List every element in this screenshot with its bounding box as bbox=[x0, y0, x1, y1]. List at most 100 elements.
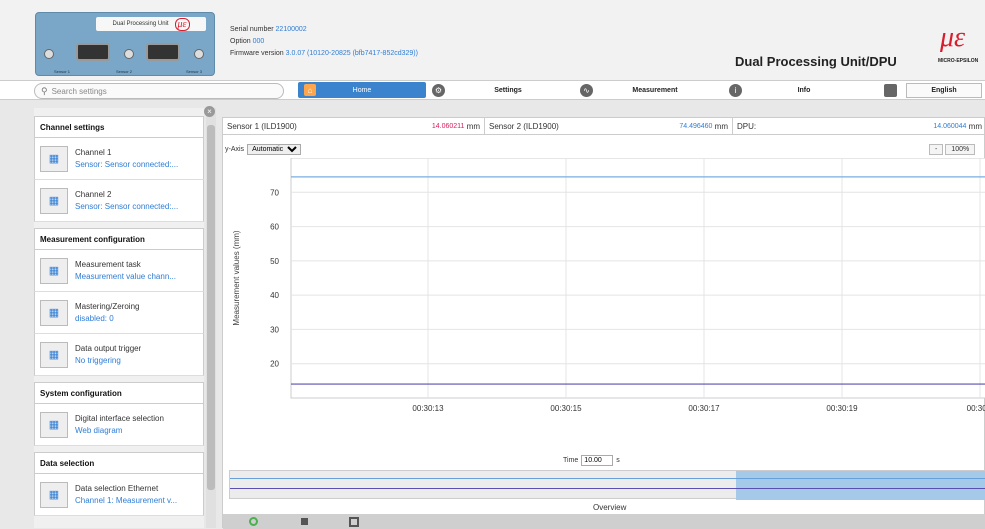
sidebar-item[interactable]: ▦ Data output trigger No triggering bbox=[34, 334, 204, 376]
time-input[interactable] bbox=[581, 455, 614, 466]
sidebar-item-sub: Sensor: Sensor connected:... bbox=[75, 201, 179, 211]
sidebar-item-label: Mastering/Zeroing bbox=[75, 301, 140, 311]
value-number: 14.060211 bbox=[431, 122, 465, 130]
plot-area bbox=[290, 158, 985, 399]
sidebar-item[interactable]: ▦ Data selection Ethernet Channel 1: Measu… bbox=[34, 474, 204, 516]
sidebar-item-sub: Sensor: Sensor connected:... bbox=[75, 159, 179, 169]
device-knob bbox=[194, 49, 204, 59]
sidebar-scroll-thumb[interactable] bbox=[207, 125, 215, 490]
device-port-label: Sensor 2 bbox=[116, 69, 133, 74]
sidebar-item[interactable]: ▦ Mastering/Zeroing disabled: 0 bbox=[34, 292, 204, 334]
mastering-icon: ▦ bbox=[40, 299, 68, 326]
tab-measurement-label: Measurement bbox=[632, 86, 678, 94]
nav-bar: ⚲ ⌂ Home ⚙ Settings ∿ Measurement i Info… bbox=[0, 80, 985, 100]
sidebar-sections: Channel settings ▦ Channel 1 Sensor: Sensor… bbox=[34, 116, 204, 516]
sidebar-item-sub: Channel 1: Measurement v... bbox=[75, 495, 178, 505]
sidebar-item[interactable]: ▦ Channel 1 Sensor: Sensor connected:... bbox=[34, 138, 204, 180]
x-tick-label: 00:30:13 bbox=[412, 404, 444, 413]
option-label: Option bbox=[230, 38, 251, 45]
y-axis-label: y-Axis bbox=[225, 146, 245, 153]
value-unit: mm bbox=[968, 121, 982, 131]
value-name: Sensor 1 (ILD1900) bbox=[227, 121, 297, 131]
language-select[interactable]: English bbox=[906, 83, 982, 98]
measurement-task-icon: ▦ bbox=[40, 257, 68, 284]
sidebar-item-text: Mastering/Zeroing disabled: 0 bbox=[75, 301, 139, 325]
tab-info[interactable]: Info bbox=[748, 81, 860, 99]
product-title: Dual Processing Unit/DPU bbox=[735, 54, 897, 69]
value-name: Sensor 2 (ILD1900) bbox=[489, 121, 559, 131]
sidebar-item-label: Data selection Ethernet bbox=[75, 483, 159, 493]
brand-name: MICRO-EPSILON bbox=[938, 58, 979, 64]
sidebar: Channel settings ▦ Channel 1 Sensor: Sensor… bbox=[34, 108, 204, 528]
sidebar-item-text: Data selection Ethernet Channel 1: Measur… bbox=[75, 483, 177, 507]
sidebar-item-sub: disabled: 0 bbox=[75, 313, 114, 323]
search-box[interactable]: ⚲ bbox=[34, 83, 284, 99]
sidebar-item-text: Data output trigger No triggering bbox=[75, 343, 141, 367]
sidebar-item-text: Channel 2 Sensor: Sensor connected:... bbox=[75, 189, 178, 213]
y-tick-label: 40 bbox=[270, 291, 279, 300]
device-port bbox=[76, 43, 110, 61]
zoom-level[interactable]: 100% bbox=[945, 144, 976, 155]
overview-strip[interactable] bbox=[229, 470, 985, 500]
tab-info-label: Info bbox=[797, 86, 811, 94]
tab-settings[interactable]: Settings bbox=[452, 81, 564, 99]
device-logo: με bbox=[174, 17, 190, 31]
zoom-out-button[interactable]: - bbox=[929, 144, 944, 155]
sidebar-item[interactable]: ▦ Digital interface selection Web diagram bbox=[34, 404, 204, 446]
value-box-sensor2: Sensor 2 (ILD1900) 74.496460 mm bbox=[485, 118, 733, 135]
save-icon[interactable] bbox=[349, 517, 359, 527]
device-port bbox=[146, 43, 180, 61]
sidebar-section-title: System configuration bbox=[34, 382, 204, 404]
y-tick-label: 60 bbox=[270, 223, 279, 232]
search-icon: ⚲ bbox=[41, 85, 48, 96]
save-icon[interactable] bbox=[884, 84, 897, 97]
time-unit: s bbox=[616, 457, 620, 464]
search-input[interactable] bbox=[51, 86, 272, 96]
value-number: 14.060044 bbox=[933, 122, 967, 130]
firmware-label: Firmware version bbox=[230, 50, 284, 57]
waveform-icon: ∿ bbox=[580, 84, 593, 97]
x-tick-label: 00:30:15 bbox=[550, 404, 582, 413]
overview-label: Overview bbox=[593, 503, 627, 512]
x-tick-label: 00:30:19 bbox=[826, 404, 858, 413]
device-port-label: Sensor 3 bbox=[186, 69, 203, 74]
sidebar-item-label: Data output trigger bbox=[75, 343, 142, 353]
trigger-icon: ▦ bbox=[40, 341, 68, 368]
device-label-text: Dual Processing Unit bbox=[112, 21, 169, 27]
info-icon: i bbox=[729, 84, 742, 97]
brand-logo: με MICRO-EPSILON bbox=[938, 22, 985, 64]
tab-home-label: Home bbox=[352, 86, 372, 94]
device-label: Dual Processing Unit με bbox=[96, 17, 206, 31]
sidebar-section-title: Measurement configuration bbox=[34, 228, 204, 250]
firmware-value: 3.0.07 (10120-20825 (bfb7417-852cd329)) bbox=[285, 50, 418, 57]
sidebar-item-label: Measurement task bbox=[75, 259, 141, 269]
sidebar-item-label: Channel 1 bbox=[75, 147, 112, 157]
zoom-control: - 100% bbox=[929, 144, 976, 155]
time-control: Time s bbox=[563, 455, 620, 466]
sensor-icon: ▦ bbox=[40, 145, 68, 172]
close-icon[interactable]: × bbox=[204, 106, 215, 117]
sidebar-item[interactable]: ▦ Channel 2 Sensor: Sensor connected:... bbox=[34, 180, 204, 222]
x-tick-label: 00:30:17 bbox=[688, 404, 720, 413]
sidebar-item-label: Digital interface selection bbox=[75, 413, 164, 423]
sidebar-item[interactable]: ▦ Measurement task Measurement value chann… bbox=[34, 250, 204, 292]
play-icon[interactable] bbox=[249, 517, 258, 526]
x-tick-label: 00:30:2 bbox=[967, 404, 985, 413]
time-label: Time bbox=[563, 457, 579, 464]
overview-selection[interactable] bbox=[736, 471, 985, 500]
device-port-label: Sensor 1 bbox=[54, 69, 71, 74]
sidebar-item-sub: No triggering bbox=[75, 355, 121, 365]
device-info: Serial number 22100002 Option 000 Firmwa… bbox=[230, 24, 418, 60]
overview-line bbox=[230, 488, 985, 489]
value-unit: mm bbox=[466, 121, 480, 131]
stop-icon[interactable] bbox=[301, 518, 308, 525]
y-axis-select[interactable]: Automatic bbox=[247, 144, 302, 155]
tab-measurement[interactable]: Measurement bbox=[600, 81, 710, 99]
y-tick-label: 50 bbox=[270, 257, 279, 266]
option-value: 000 bbox=[252, 38, 265, 45]
gear-icon: ⚙ bbox=[432, 84, 445, 97]
y-axis-title: Measurement values (mm) bbox=[232, 230, 241, 325]
serial-label: Serial number bbox=[230, 26, 274, 33]
tab-home[interactable]: ⌂ Home bbox=[298, 82, 426, 98]
serial-value: 22100002 bbox=[275, 26, 307, 33]
